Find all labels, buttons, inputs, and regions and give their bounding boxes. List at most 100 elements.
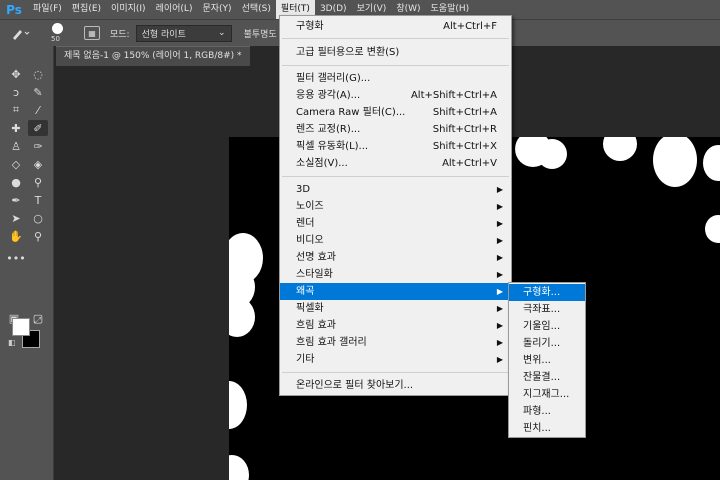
menu-item-label: 노이즈 — [296, 201, 324, 212]
eraser-tool-icon[interactable]: ◇ — [6, 156, 26, 172]
submenu-item-zigzag[interactable]: 지그재그... — [509, 386, 585, 403]
clone-stamp-tool-icon[interactable]: ♙ — [6, 138, 26, 154]
brush-size-picker[interactable]: 50 — [48, 21, 70, 45]
menu-item-label: 선명 효과 — [296, 252, 336, 263]
menu-type[interactable]: 문자(Y) — [197, 0, 236, 19]
submenu-item-ripple[interactable]: 잔물결... — [509, 369, 585, 386]
menu-item-label: 픽셀화 — [296, 303, 324, 314]
dodge-tool-icon[interactable]: ⚲ — [28, 174, 48, 190]
menu-item-sharpen[interactable]: 선명 효과 ▶ — [280, 249, 511, 266]
more-tools-icon[interactable]: ••• — [6, 250, 26, 266]
path-select-tool-icon[interactable]: ➤ — [6, 210, 26, 226]
submenu-arrow-icon: ▶ — [496, 185, 503, 194]
canvas-white-blob — [229, 381, 247, 429]
menu-edit[interactable]: 편집(E) — [67, 0, 106, 19]
submenu-item-pinch[interactable]: 핀치... — [509, 420, 585, 437]
menu-item-label: 흐림 효과 — [296, 320, 336, 331]
menu-item-filter-gallery[interactable]: 필터 갤러리(G)... — [280, 70, 511, 87]
eyedropper-tool-icon[interactable]: ⁄ — [28, 102, 48, 118]
menu-item-label: 응용 광각(A)... — [296, 90, 361, 101]
submenu-item-shear[interactable]: 기울임... — [509, 318, 585, 335]
menu-item-camera-raw[interactable]: Camera Raw 필터(C)... Shift+Ctrl+A — [280, 104, 511, 121]
hand-tool-icon[interactable]: ✋ — [6, 228, 26, 244]
distort-submenu: 구형화... 극좌표... 기울임... 돌리기... 변위... 잔물결...… — [508, 282, 586, 438]
menu-item-blur[interactable]: 흐림 효과 ▶ — [280, 317, 511, 334]
paint-bucket-tool-icon[interactable]: ◈ — [28, 156, 48, 172]
canvas-white-blob — [705, 215, 720, 243]
canvas-white-blob — [229, 297, 255, 337]
menu-item-pixelate[interactable]: 픽셀화 ▶ — [280, 300, 511, 317]
tools-panel: ✥ ◌ ↄ ✎ ⌗ ⁄ ✚ ✐ ♙ ✑ ◇ ◈ ● ⚲ ✒ T ➤ ○ ✋ ⚲ … — [0, 46, 54, 480]
menu-item-label: 렌더 — [296, 218, 315, 229]
ellipse-tool-icon[interactable]: ○ — [28, 210, 48, 226]
submenu-item-wave[interactable]: 파형... — [509, 403, 585, 420]
menu-item-label: 3D — [296, 184, 311, 195]
move-tool-icon[interactable]: ✥ — [6, 66, 26, 82]
history-brush-tool-icon[interactable]: ✑ — [28, 138, 48, 154]
brush-tool-preset-icon[interactable] — [10, 23, 32, 43]
canvas-white-blob — [603, 137, 637, 161]
menu-image[interactable]: 이미지(I) — [106, 0, 151, 19]
menu-item-shortcut: Alt+Shift+Ctrl+A — [410, 90, 497, 101]
submenu-arrow-icon: ▶ — [496, 270, 503, 279]
canvas-white-blob — [537, 139, 567, 169]
mode-select[interactable]: 선형 라이트 ⌄ — [135, 24, 232, 42]
menu-separator — [282, 176, 509, 177]
menu-item-vanishing-point[interactable]: 소실점(V)... Alt+Ctrl+V — [280, 155, 511, 172]
menu-file[interactable]: 파일(F) — [28, 0, 67, 19]
healing-brush-tool-icon[interactable]: ✚ — [6, 120, 26, 136]
menu-item-video[interactable]: 비디오 ▶ — [280, 232, 511, 249]
menu-item-label: Camera Raw 필터(C)... — [296, 107, 406, 118]
menu-item-stylize[interactable]: 스타일화 ▶ — [280, 266, 511, 283]
menu-item-render[interactable]: 렌더 ▶ — [280, 215, 511, 232]
quick-select-tool-icon[interactable]: ✎ — [28, 84, 48, 100]
brush-panel-toggle-icon[interactable]: ▦ — [84, 26, 100, 40]
brush-tool-icon[interactable]: ✐ — [28, 120, 48, 136]
menu-item-liquify[interactable]: 픽셀 유동화(L)... Shift+Ctrl+X — [280, 138, 511, 155]
submenu-arrow-icon: ▶ — [496, 219, 503, 228]
filter-menu: 구형화 Alt+Ctrl+F 고급 필터용으로 변환(S) 필터 갤러리(G).… — [279, 15, 512, 396]
submenu-item-displace[interactable]: 변위... — [509, 352, 585, 369]
lasso-tool-icon[interactable]: ↄ — [6, 84, 26, 100]
menu-separator — [282, 65, 509, 66]
submenu-item-polar-coordinates[interactable]: 극좌표... — [509, 301, 585, 318]
menu-item-adaptive-wide-angle[interactable]: 응용 광각(A)... Alt+Shift+Ctrl+A — [280, 87, 511, 104]
submenu-arrow-icon: ▶ — [496, 355, 503, 364]
screen-mode-icon[interactable]: ▢ — [28, 310, 48, 326]
type-tool-icon[interactable]: T — [28, 192, 48, 208]
opacity-label: 불투명도 — [243, 29, 277, 40]
pen-tool-icon[interactable]: ✒ — [6, 192, 26, 208]
menu-separator — [282, 372, 509, 373]
document-tab[interactable]: 제목 없음-1 @ 150% (레이어 1, RGB/8#) * — [56, 46, 250, 66]
menu-select[interactable]: 선택(S) — [237, 0, 276, 19]
canvas-white-blob — [653, 137, 697, 187]
menu-item-other[interactable]: 기타 ▶ — [280, 351, 511, 368]
zoom-tool-icon[interactable]: ⚲ — [28, 228, 48, 244]
menu-item-distort[interactable]: 왜곡 ▶ — [280, 283, 511, 300]
menu-item-lens-correction[interactable]: 렌즈 교정(R)... Shift+Ctrl+R — [280, 121, 511, 138]
menu-item-noise[interactable]: 노이즈 ▶ — [280, 198, 511, 215]
menu-item-shortcut: Alt+Ctrl+F — [443, 21, 497, 32]
default-colors-icon[interactable]: ◧ — [8, 338, 16, 347]
photoshop-logo[interactable]: Ps — [0, 0, 28, 19]
menu-item-browse-filters-online[interactable]: 온라인으로 필터 찾아보기... — [280, 377, 511, 394]
submenu-arrow-icon: ▶ — [496, 321, 503, 330]
submenu-item-twirl[interactable]: 돌리기... — [509, 335, 585, 352]
blur-tool-icon[interactable]: ● — [6, 174, 26, 190]
brush-size-value: 50 — [51, 35, 60, 43]
submenu-item-spherize[interactable]: 구형화... — [509, 284, 585, 301]
menu-item-3d[interactable]: 3D ▶ — [280, 181, 511, 198]
marquee-tool-icon[interactable]: ◌ — [28, 66, 48, 82]
menu-item-shortcut: Alt+Ctrl+V — [442, 158, 497, 169]
menu-item-label: 기타 — [296, 354, 315, 365]
menu-item-label: 픽셀 유동화(L)... — [296, 141, 369, 152]
crop-tool-icon[interactable]: ⌗ — [6, 102, 26, 118]
menu-item-convert-smart-filters[interactable]: 고급 필터용으로 변환(S) — [280, 44, 511, 61]
foreground-color-swatch[interactable] — [12, 318, 30, 336]
submenu-arrow-icon: ▶ — [496, 338, 503, 347]
chevron-down-icon: ⌄ — [218, 28, 226, 38]
menu-item-spherize[interactable]: 구형화 Alt+Ctrl+F — [280, 18, 511, 35]
mode-value: 선형 라이트 — [141, 29, 186, 40]
menu-item-blur-gallery[interactable]: 흐림 효과 갤러리 ▶ — [280, 334, 511, 351]
menu-layer[interactable]: 레이어(L) — [151, 0, 198, 19]
